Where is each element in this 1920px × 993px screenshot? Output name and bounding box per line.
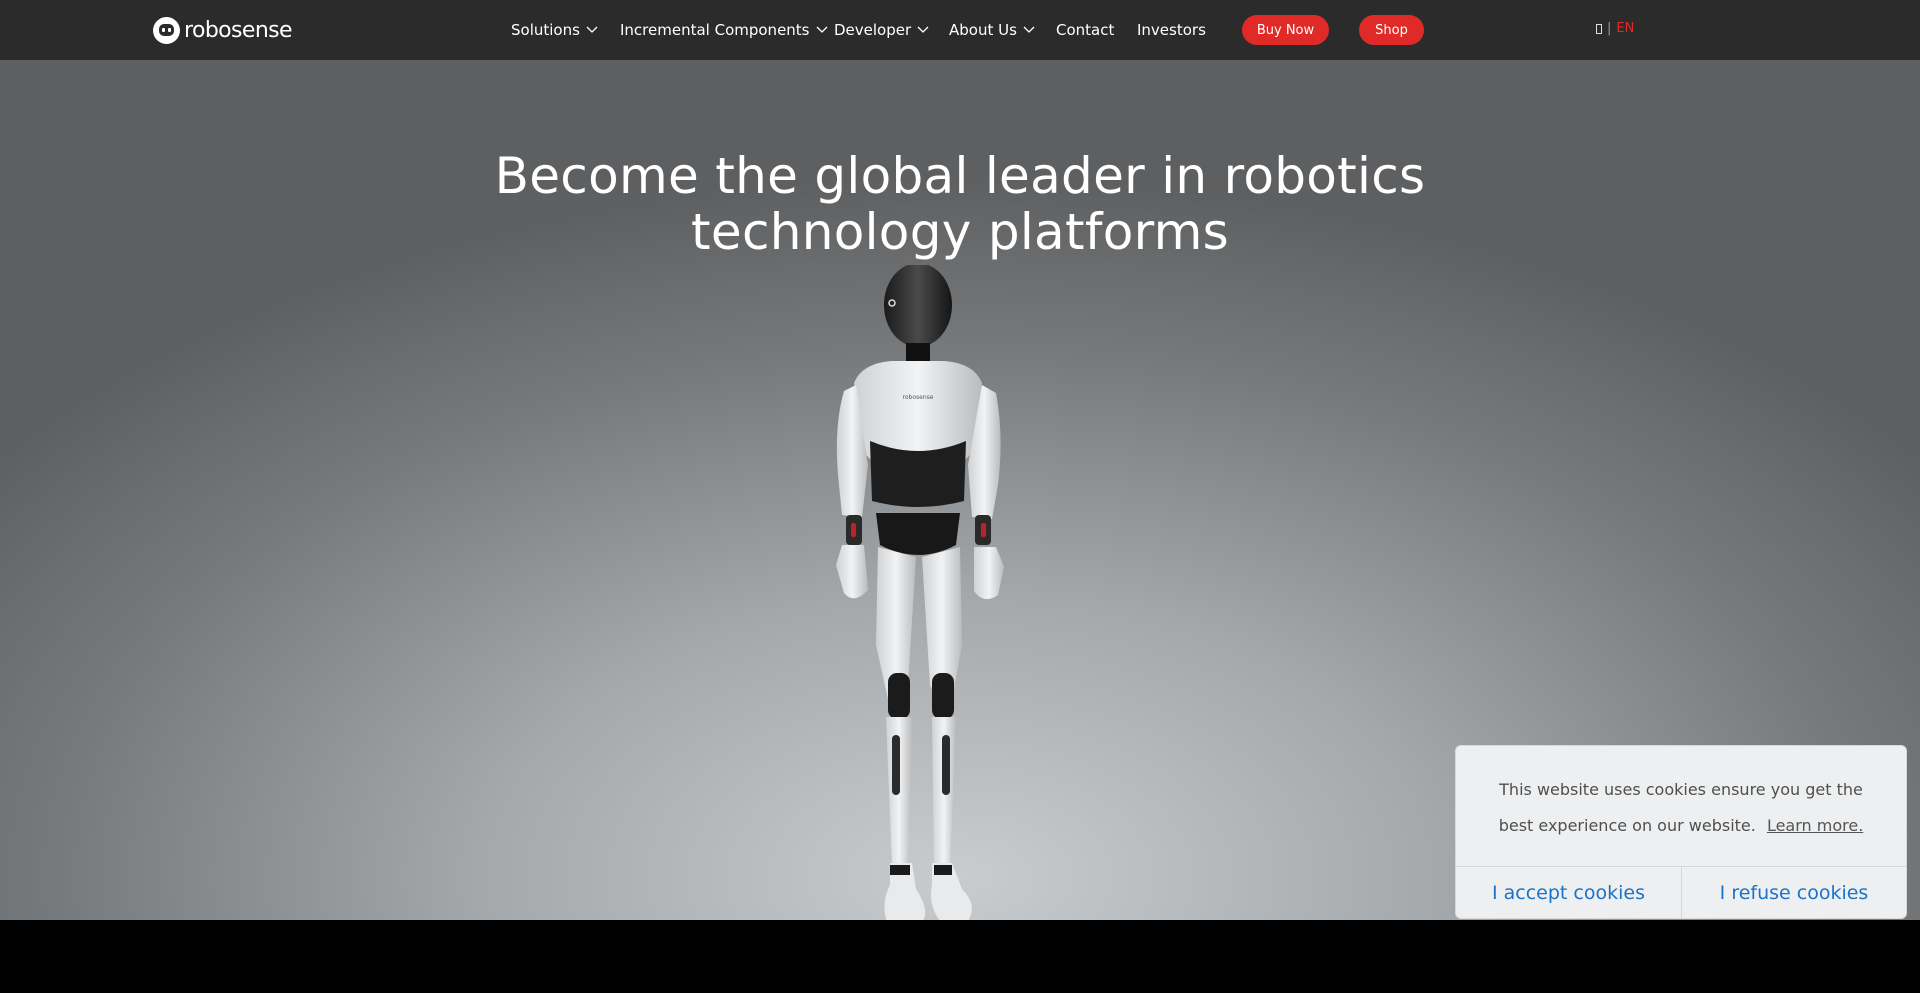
nav-developer[interactable]: Developer — [834, 20, 929, 40]
robosense-logo[interactable]: robosense — [153, 16, 293, 44]
accept-cookies-button[interactable]: I accept cookies — [1456, 867, 1681, 918]
nav-about-us-label: About Us — [949, 21, 1017, 39]
cookie-message-block: This website uses cookies ensure you get… — [1486, 772, 1876, 844]
nav-incremental-components-label: Incremental Components — [620, 21, 810, 39]
chevron-down-icon — [816, 26, 827, 33]
language-separator: | — [1607, 21, 1612, 36]
chevron-down-icon — [917, 26, 929, 33]
hero-title-line-2: technology platforms — [690, 203, 1230, 261]
nav-contact-label: Contact — [1056, 21, 1115, 39]
robot-chest-logo: robosense — [903, 394, 934, 401]
shop-button[interactable]: Shop — [1359, 15, 1424, 45]
nav-investors-label: Investors — [1137, 21, 1206, 39]
chevron-down-icon — [586, 26, 598, 33]
nav-contact[interactable]: Contact — [1056, 20, 1114, 40]
refuse-cookies-button[interactable]: I refuse cookies — [1681, 867, 1906, 918]
language-icon — [1596, 23, 1602, 34]
nav-about-us[interactable]: About Us — [949, 20, 1035, 40]
hero-title: Become the global leader in robotics tec… — [460, 148, 1460, 260]
chevron-down-icon — [1023, 26, 1035, 33]
learn-more-link[interactable]: Learn more. — [1767, 816, 1863, 835]
buy-now-button[interactable]: Buy Now — [1242, 15, 1329, 45]
logo-text: robosense — [184, 17, 293, 43]
language-current[interactable]: EN — [1616, 21, 1634, 36]
top-navigation-bar: robosense Solutions Incremental Componen… — [0, 0, 1920, 60]
hero-title-line-1: Become the global leader in robotics — [494, 147, 1426, 205]
language-switcher[interactable]: | EN — [1596, 21, 1634, 36]
nav-investors[interactable]: Investors — [1137, 20, 1206, 40]
cookie-consent-banner: This website uses cookies ensure you get… — [1455, 745, 1907, 919]
nav-solutions[interactable]: Solutions — [511, 20, 598, 40]
nav-incremental-components[interactable]: Incremental Components — [620, 20, 828, 40]
cookie-button-row: I accept cookies I refuse cookies — [1456, 866, 1906, 918]
nav-solutions-label: Solutions — [511, 21, 580, 39]
nav-developer-label: Developer — [834, 21, 912, 39]
robot-face-icon — [153, 16, 180, 44]
humanoid-robot-image: robosense — [836, 265, 1004, 920]
page-bottom-band — [0, 920, 1920, 993]
